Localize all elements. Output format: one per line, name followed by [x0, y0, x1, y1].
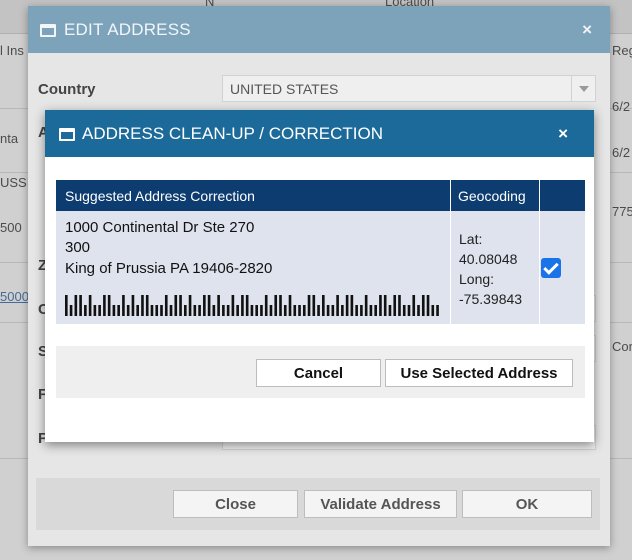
postal-barcode-icon [65, 295, 439, 316]
address-line-2: 300 [65, 239, 91, 256]
column-header-suggested: Suggested Address Correction [56, 180, 450, 211]
edit-address-title: EDIT ADDRESS [64, 20, 191, 39]
window-icon [40, 24, 56, 37]
address-cleanup-title: ADDRESS CLEAN-UP / CORRECTION [82, 124, 384, 143]
geocoding-lat-label: Lat: [459, 231, 483, 247]
edit-address-footer: Close Validate Address OK [36, 478, 600, 530]
country-label: Country [38, 81, 96, 98]
cancel-button[interactable]: Cancel [256, 359, 381, 387]
geocoding-long-value: -75.39843 [459, 291, 523, 307]
column-divider [539, 180, 540, 324]
address-cleanup-footer: Cancel Use Selected Address [56, 346, 585, 398]
geocoding-long-label: Long: [459, 271, 495, 287]
country-value: UNITED STATES [230, 81, 339, 97]
edit-address-title-bar: EDIT ADDRESS × [28, 6, 610, 53]
suggested-address-table: Suggested Address Correction Geocoding 1… [56, 180, 585, 324]
use-selected-address-button[interactable]: Use Selected Address [385, 359, 573, 387]
country-select[interactable]: UNITED STATES [222, 75, 596, 102]
address-cleanup-title-bar: ADDRESS CLEAN-UP / CORRECTION × [45, 110, 594, 157]
address-line-1: 1000 Continental Dr Ste 270 [65, 219, 255, 236]
close-icon[interactable]: × [582, 20, 592, 40]
ok-button[interactable]: OK [462, 490, 592, 518]
address-line-3: King of Prussia PA 19406-2820 [65, 260, 273, 277]
window-icon [59, 128, 75, 141]
geocoding-lat-value: 40.08048 [459, 251, 518, 267]
chevron-down-icon[interactable] [571, 76, 595, 101]
select-address-checkbox[interactable] [541, 258, 561, 278]
address-cleanup-dialog: ADDRESS CLEAN-UP / CORRECTION × Suggeste… [45, 110, 594, 442]
validate-address-button[interactable]: Validate Address [304, 490, 457, 518]
column-header-geocoding: Geocoding [450, 180, 539, 211]
close-button[interactable]: Close [173, 490, 298, 518]
column-divider [450, 180, 451, 324]
column-header-select [539, 180, 585, 211]
close-icon[interactable]: × [558, 124, 568, 144]
